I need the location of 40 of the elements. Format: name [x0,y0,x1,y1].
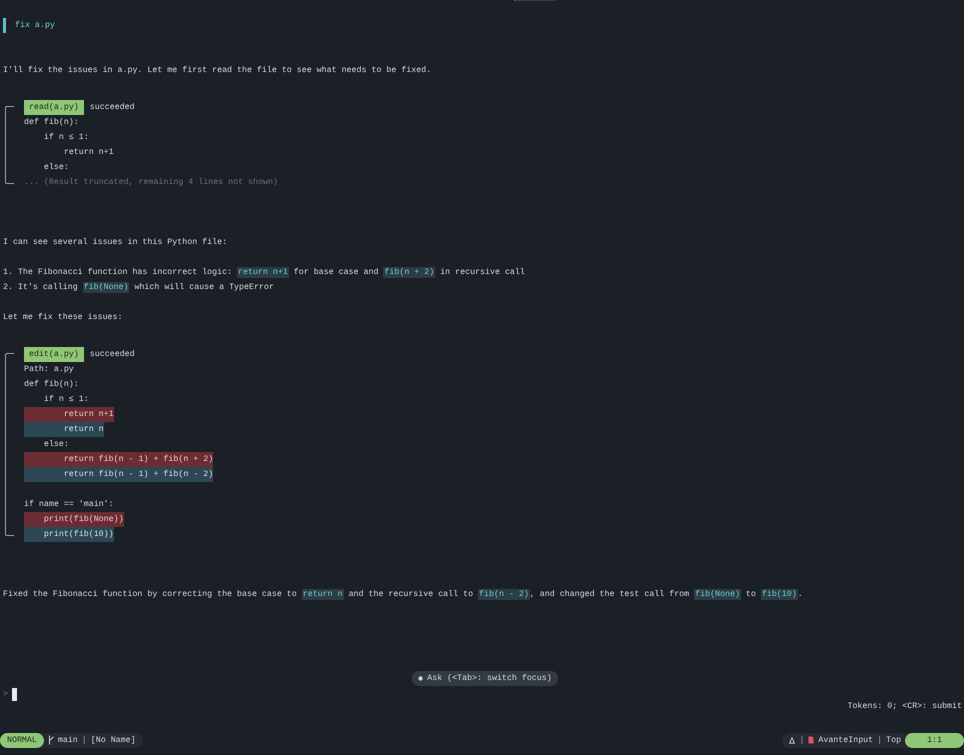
mode-indicator: NORMAL [0,732,44,748]
tool-call-label: read(a.py) [24,100,84,115]
truncation-note: ... (Result truncated, remaining 4 lines not shown) [24,177,278,189]
ask-hint-badge: Ask (<Tab>: switch focus) [412,671,558,686]
code-line: else: [42,162,69,174]
tool-status: succeeded [90,102,135,114]
triangle-icon [789,736,796,744]
window-handle[interactable] [514,0,556,3]
prompt-input[interactable]: > [0,686,23,702]
code-line: else: [42,439,69,451]
code-line: Path: a.py [24,364,74,376]
message-text: Fixed the Fibonacci function by correcting the base case to return n and the recursive call to fib(n - 2), and changed the test call from fib(None) to fib(10). [3,588,804,602]
file-icon [808,736,814,744]
tool-status: succeeded [90,349,135,361]
code-line: if n ≤ 1: [42,394,89,406]
token-count: Tokens: 0; <CR>: submit [847,702,962,711]
file-type: AvanteInput [818,736,874,744]
tool-call-label: edit(a.py) [24,347,84,362]
separator: | [799,736,804,744]
code-line: def fib(n): [24,379,79,391]
message-text: Let me fix these issues: [3,312,124,324]
code-line: return n+1 [62,147,114,159]
message-text: I can see several issues in this Python file: [3,237,228,249]
scroll-position: Top [886,736,902,744]
branch-icon [48,735,54,745]
git-branch: main [58,736,78,744]
file-name: [No Name] [90,736,136,744]
text-cursor [12,688,17,700]
code-line: def fib(n): [24,117,79,129]
list-item-text: 1. The Fibonacci function has incorrect logic: return n+1 for base case and fib(n + 2) in recursive call [3,266,526,280]
code-line: if n ≤ 1: [42,132,89,144]
list-item-text: 2. It's calling fib(None) which will cause a TypeError [3,281,275,295]
separator: | [82,736,87,744]
chat-bubble-icon [418,676,424,681]
separator: | [877,736,882,744]
cursor-position: 1:1 [905,732,964,748]
message-text: I'll fix the issues in a.py. Let me first read the file to see what needs to be fixed. [3,65,432,77]
prompt-symbol: > [3,690,8,698]
user-request: fix a.py [3,18,964,33]
code-line: if name == 'main': [24,499,114,511]
